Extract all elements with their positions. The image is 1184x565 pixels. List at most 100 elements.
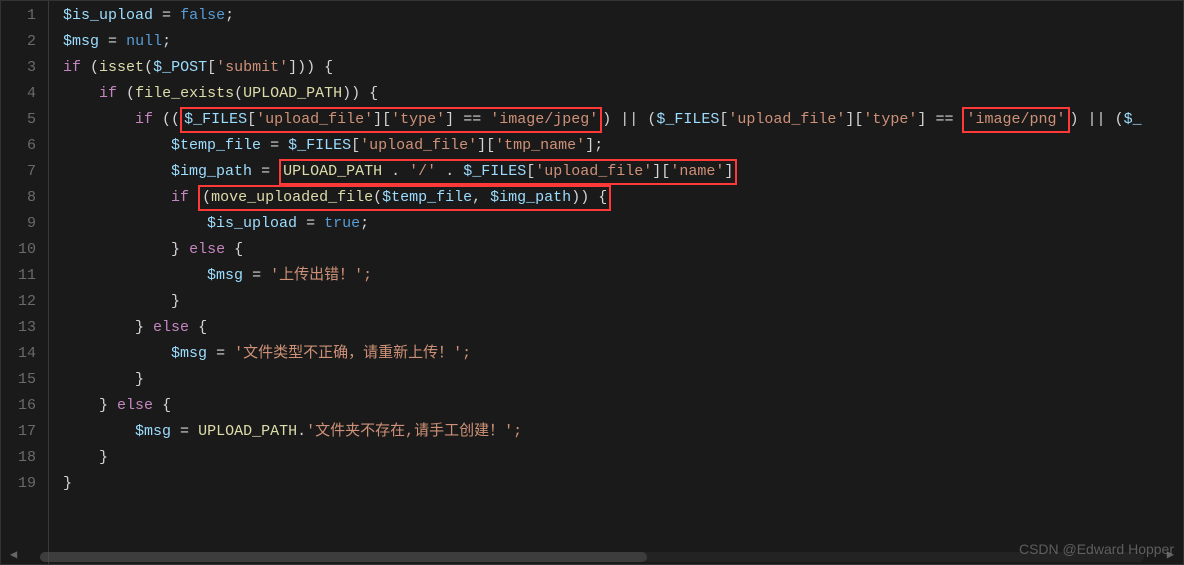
brace-close: } (171, 241, 180, 258)
brace-open: { (324, 59, 333, 76)
highlight-box: UPLOAD_PATH . '/' . $_FILES['upload_file… (279, 159, 737, 185)
variable: $_FILES (288, 137, 351, 154)
code-line: $msg = '文件类型不正确，请重新上传！'; (63, 341, 1142, 367)
brace-close: } (171, 293, 180, 310)
function-file-exists: file_exists (135, 85, 234, 102)
watermark-text: CSDN @Edward Hopper (1019, 541, 1174, 557)
code-line: } else { (63, 315, 1142, 341)
paren: ( (1115, 111, 1124, 128)
code-line: $is_upload = false; (63, 3, 1142, 29)
scroll-left-icon[interactable]: ◀ (10, 547, 17, 562)
string: 'submit' (216, 59, 288, 76)
line-number: 10 (9, 237, 36, 263)
keyword-if: if (63, 59, 81, 76)
code-line: } (63, 289, 1142, 315)
highlight-box: $_FILES['upload_file']['type'] == 'image… (180, 107, 602, 133)
operator-or: || (620, 111, 638, 128)
keyword-else: else (189, 241, 225, 258)
keyword-else: else (117, 397, 153, 414)
semicolon: ; (162, 33, 171, 50)
code-line: $temp_file = $_FILES['upload_file']['tmp… (63, 133, 1142, 159)
string: 'image/png' (966, 111, 1065, 128)
keyword-if: if (135, 111, 153, 128)
bracket: ][ (477, 137, 495, 154)
bracket: [ (526, 163, 535, 180)
code-line: } (63, 445, 1142, 471)
concat: . (445, 163, 454, 180)
line-number-gutter: 1 2 3 4 5 6 7 8 9 10 11 12 13 14 15 16 1… (1, 1, 49, 564)
line-number: 8 (9, 185, 36, 211)
bracket: ] (917, 111, 926, 128)
string: 'name' (670, 163, 724, 180)
line-number: 17 (9, 419, 36, 445)
highlight-box: (move_uploaded_file($temp_file, $img_pat… (198, 185, 611, 211)
string: '/' (409, 163, 436, 180)
line-number: 14 (9, 341, 36, 367)
line-number: 16 (9, 393, 36, 419)
bracket: ])) (288, 59, 315, 76)
variable: $img_path (171, 163, 252, 180)
code-line: $msg = '上传出错！'; (63, 263, 1142, 289)
brace-open: { (598, 189, 607, 206)
string: 'upload_file' (535, 163, 652, 180)
operator-assign: = (180, 423, 189, 440)
bracket: ] (724, 163, 733, 180)
variable: $msg (171, 345, 207, 362)
line-number: 13 (9, 315, 36, 341)
string: '上传出错！'; (270, 267, 372, 284)
brace-close: } (135, 319, 144, 336)
line-number: 7 (9, 159, 36, 185)
code-line: } else { (63, 237, 1142, 263)
constant: UPLOAD_PATH (243, 85, 342, 102)
brace-close: } (63, 475, 72, 492)
paren: ) (602, 111, 611, 128)
paren: )) (342, 85, 360, 102)
code-line: $msg = UPLOAD_PATH.'文件夹不存在,请手工创建！'; (63, 419, 1142, 445)
comma: , (472, 189, 481, 206)
line-number: 19 (9, 471, 36, 497)
brace-close: } (135, 371, 144, 388)
paren: ) (1070, 111, 1079, 128)
variable: $img_path (490, 189, 571, 206)
code-body[interactable]: $is_upload = false; $msg = null; if (iss… (49, 1, 1142, 564)
code-line: $img_path = UPLOAD_PATH . '/' . $_FILES[… (63, 159, 1142, 185)
line-number: 4 (9, 81, 36, 107)
brace-open: { (198, 319, 207, 336)
code-line: if (file_exists(UPLOAD_PATH)) { (63, 81, 1142, 107)
line-number: 2 (9, 29, 36, 55)
string: 'tmp_name' (495, 137, 585, 154)
code-line: } (63, 471, 1142, 497)
brace-open: { (162, 397, 171, 414)
semicolon: ; (360, 215, 369, 232)
code-line: if (move_uploaded_file($temp_file, $img_… (63, 185, 1142, 211)
line-number: 12 (9, 289, 36, 315)
function-isset: isset (99, 59, 144, 76)
brace-open: { (234, 241, 243, 258)
variable: $_FILES (184, 111, 247, 128)
paren: ( (373, 189, 382, 206)
concat: . (391, 163, 400, 180)
keyword-else: else (153, 319, 189, 336)
operator-assign: = (261, 163, 270, 180)
code-line: } (63, 367, 1142, 393)
function-move-uploaded-file: move_uploaded_file (211, 189, 373, 206)
brace-close: } (99, 449, 108, 466)
bracket: ][ (652, 163, 670, 180)
boolean-false: false (180, 7, 225, 24)
string: 'image/jpeg' (490, 111, 598, 128)
paren: ( (234, 85, 243, 102)
horizontal-scrollbar[interactable] (40, 552, 1144, 562)
variable: $msg (63, 33, 99, 50)
code-line: $msg = null; (63, 29, 1142, 55)
scrollbar-thumb[interactable] (40, 552, 647, 562)
string: 'upload_file' (728, 111, 845, 128)
operator-assign: = (306, 215, 315, 232)
string: '文件夹不存在,请手工创建！'; (306, 423, 522, 440)
paren: ( (90, 59, 99, 76)
brace-close: } (99, 397, 108, 414)
variable: $msg (207, 267, 243, 284)
operator-or: || (1088, 111, 1106, 128)
string: 'type' (391, 111, 445, 128)
variable: $_ (1124, 111, 1142, 128)
line-number: 18 (9, 445, 36, 471)
